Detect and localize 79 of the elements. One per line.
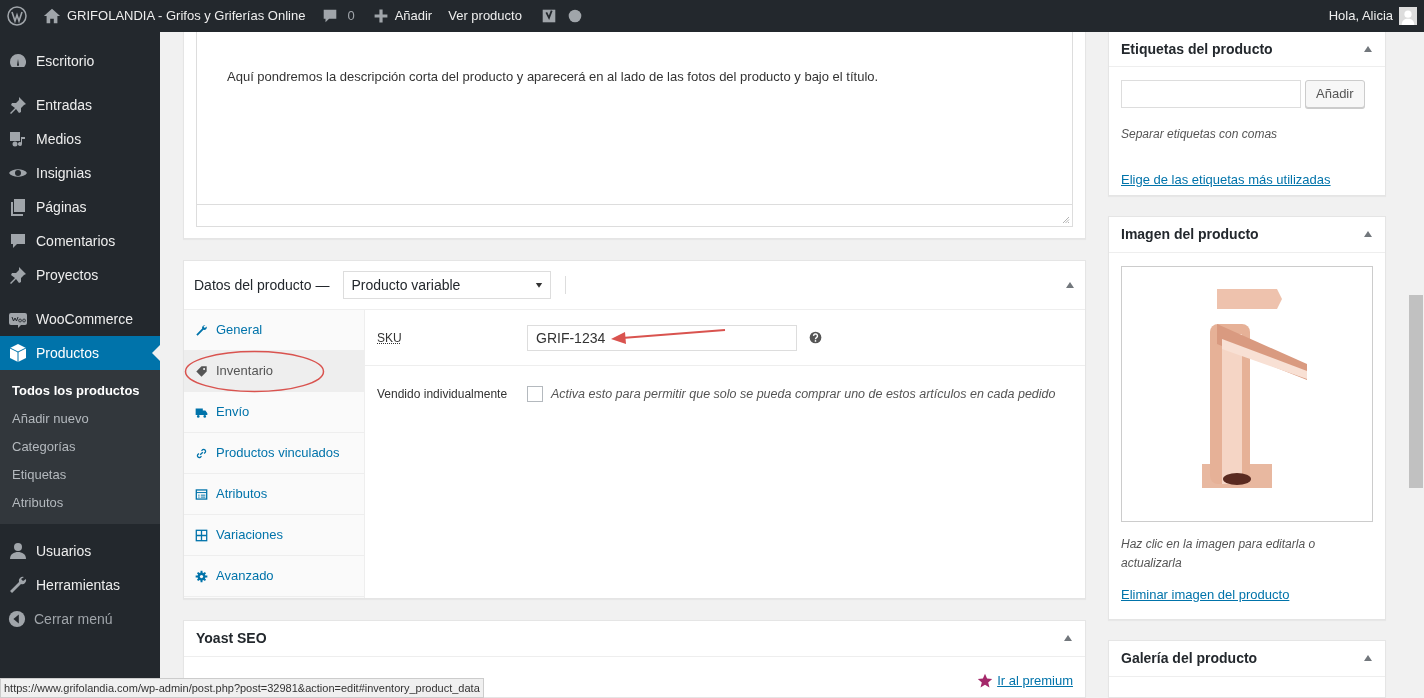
greeting-link[interactable]: Hola, Alicia — [1328, 6, 1393, 26]
tag-icon — [195, 364, 208, 378]
speech-bubble-icon — [8, 231, 28, 251]
resize-handle-icon — [1060, 214, 1070, 225]
product-data-tab[interactable]: Inventario — [184, 351, 364, 393]
chain-link-icon — [195, 446, 208, 460]
sku-label: SKU — [377, 329, 403, 347]
help-icon — [809, 331, 822, 345]
field-description: Activa esto para permitir que solo se pueda comprar uno de estos artículos en cada pedido — [551, 385, 1056, 403]
wordpress-logo-icon — [7, 6, 27, 26]
sidebar-item[interactable]: Entradas — [0, 88, 160, 122]
new-link[interactable]: Añadir — [394, 6, 433, 26]
sidebar-item[interactable]: Productos — [0, 336, 160, 370]
panel-title: Yoast SEO — [196, 628, 267, 648]
remove-image-link[interactable]: Eliminar imagen del producto — [1109, 584, 1302, 605]
plus-icon — [372, 8, 389, 24]
sidebar-item[interactable]: Usuarios — [0, 534, 160, 568]
sold-individually-checkbox[interactable] — [527, 386, 543, 403]
excerpt-editor[interactable]: Aquí pondremos la descripción corta del producto y aparecerá en al lado de las fotos del producto y bajo el título. — [196, 32, 1073, 228]
pages-icon — [8, 197, 28, 217]
field-label: Vendido individualmente — [377, 386, 509, 404]
panel-title: Imagen del producto — [1121, 224, 1259, 244]
submenu-item[interactable]: Etiquetas — [0, 461, 160, 489]
submenu-item[interactable]: Categorías — [0, 433, 160, 461]
collapse-toggle-icon — [1065, 280, 1075, 291]
panel-title: Etiquetas del producto — [1121, 39, 1273, 59]
sidebar-item[interactable]: WooCommerce — [0, 302, 160, 336]
pushpin-icon — [8, 265, 28, 285]
site-title-link[interactable]: GRIFOLANDIA - Grifos y Griferías Online — [67, 6, 306, 26]
premium-link[interactable]: Ir al premium — [977, 670, 1073, 691]
submenu-item[interactable]: Atributos — [0, 489, 160, 517]
avatar-icon — [1399, 7, 1417, 25]
collapse-toggle-icon — [1363, 653, 1373, 664]
collapse-toggle-icon — [1363, 44, 1373, 54]
status-url: https://www.grifolandia.com/wp-admin/post.php?post=32981&action=edit#inventory_product_data — [0, 678, 484, 698]
sidebar-item[interactable]: Comentarios — [0, 224, 160, 258]
sidebar-item[interactable]: Escritorio — [0, 44, 160, 78]
most-used-tags-link[interactable]: Elige de las etiquetas más utilizadas — [1109, 170, 1343, 190]
add-tag-button[interactable]: Añadir — [1305, 80, 1365, 108]
list-icon — [195, 487, 208, 501]
product-data-tab[interactable]: Avanzado — [184, 556, 364, 598]
sidebar-item[interactable]: Proyectos — [0, 258, 160, 292]
panel-title: Galería del producto — [1121, 648, 1258, 668]
product-image[interactable] — [1121, 265, 1373, 522]
collapse-toggle-icon — [1063, 633, 1073, 644]
product-data-tab[interactable]: Variaciones — [184, 515, 364, 557]
wrench-icon — [8, 575, 28, 595]
status-dot-icon — [567, 9, 582, 23]
sidebar-item[interactable]: Herramientas — [0, 568, 160, 602]
submenu-item[interactable]: Todos los productos — [0, 377, 160, 405]
collapse-toggle-icon — [1363, 229, 1373, 240]
collapse-menu-button[interactable]: Cerrar menú — [0, 602, 160, 636]
product-type-select[interactable]: Producto variable — [343, 271, 552, 300]
cube-icon — [8, 343, 28, 363]
submenu-item[interactable]: Añadir nuevo — [0, 405, 160, 433]
sidebar-item[interactable]: Insignias — [0, 156, 160, 190]
pushpin-icon — [8, 95, 28, 115]
sidebar-item[interactable]: Medios — [0, 122, 160, 156]
wrench-icon — [195, 323, 208, 337]
hint-text: Separar etiquetas con comas — [1120, 126, 1279, 143]
product-data-tab[interactable]: Productos vinculados — [184, 433, 364, 475]
star-icon — [977, 672, 994, 689]
user-icon — [8, 541, 28, 561]
view-product-link[interactable]: Ver producto — [448, 6, 522, 26]
media-icon — [8, 129, 28, 149]
gear-icon — [195, 569, 208, 583]
grid-icon — [195, 528, 208, 542]
comment-count[interactable]: 0 — [347, 6, 355, 26]
hint-text: Haz clic en la imagen para editarla o actualizarla — [1120, 535, 1317, 572]
product-data-tab[interactable]: Atributos — [184, 474, 364, 516]
excerpt-text: Aquí pondremos la descripción corta del producto y aparecerá en al lado de las fotos del producto y bajo el título. — [226, 68, 880, 86]
house-icon — [43, 7, 61, 25]
panel-title: Datos del producto — — [194, 275, 330, 295]
current-item-pointer — [152, 345, 160, 361]
sidebar-item[interactable]: Páginas — [0, 190, 160, 224]
product-data-tab[interactable]: Envío — [184, 392, 364, 434]
dropdown-caret-icon — [535, 281, 544, 290]
sku-input[interactable]: GRIF-1234 — [527, 324, 797, 351]
tag-input[interactable] — [1121, 80, 1301, 108]
